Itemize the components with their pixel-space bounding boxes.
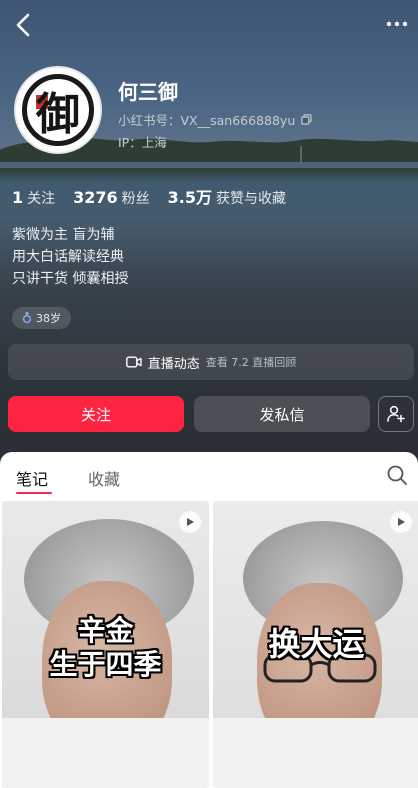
post-card[interactable]: 辛金 生于四季 [2, 501, 209, 788]
thumbnail-shirt [213, 718, 418, 788]
back-button[interactable] [10, 10, 36, 40]
live-label: 直播动态 [147, 356, 200, 372]
post-card[interactable]: 换大运 [213, 501, 418, 788]
live-sub-label: 查看 7.2 直播回顾 [205, 356, 297, 369]
age-tag: 38岁 [12, 307, 71, 329]
avatar-glyph: 御 [36, 89, 80, 140]
video-icon [125, 356, 142, 368]
play-icon [398, 518, 405, 526]
content-panel: 笔记 收藏 辛金 生于四季 换大运 [0, 452, 418, 788]
add-friend-button[interactable] [378, 396, 414, 432]
follow-button[interactable]: 关注 [8, 396, 184, 432]
post-overlay-text: 换大运 [268, 625, 365, 663]
add-friend-icon [387, 405, 405, 423]
play-button[interactable] [179, 511, 201, 533]
stat-following[interactable]: 1 关注 [12, 188, 55, 208]
copy-icon[interactable] [301, 114, 312, 125]
stat-number: 3.5万 [167, 188, 213, 207]
live-replay-banner[interactable]: 直播动态 查看 7.2 直播回顾 [8, 344, 414, 380]
gender-icon [22, 312, 32, 324]
stat-label: 获赞与收藏 [216, 191, 287, 207]
stat-likes[interactable]: 3.5万 获赞与收藏 [168, 184, 286, 208]
bio-line: 紫微为主 盲为辅 [12, 227, 115, 243]
stats-row: 1 关注 3276 粉丝 3.5万 获赞与收藏 [12, 184, 286, 208]
back-icon [16, 13, 30, 37]
more-icon [386, 21, 408, 27]
profile-id: 小红书号：VX__san666888yu [118, 113, 296, 128]
profile-ip: IP：上海 [118, 135, 167, 150]
bio-line: 用大白话解读经典 [12, 249, 124, 265]
stat-followers[interactable]: 3276 粉丝 [73, 188, 150, 208]
play-icon [187, 518, 194, 526]
age-label: 38岁 [36, 312, 61, 325]
avatar[interactable]: 御 [14, 66, 102, 154]
message-button[interactable]: 发私信 [194, 396, 370, 432]
play-button[interactable] [390, 511, 412, 533]
tab-bar: 笔记 收藏 [0, 452, 418, 498]
stat-label: 粉丝 [121, 191, 150, 207]
thumbnail-shirt [2, 718, 209, 788]
stat-label: 关注 [27, 191, 56, 207]
tab-collections[interactable]: 收藏 [88, 466, 120, 490]
tab-active-indicator [16, 492, 52, 494]
stat-number: 3276 [73, 188, 118, 207]
bio-line: 只讲干货 倾囊相授 [12, 271, 129, 287]
search-icon[interactable] [386, 464, 408, 486]
post-overlay-text: 生于四季 [49, 648, 162, 681]
more-button[interactable] [384, 14, 410, 34]
profile-bio: 紫微为主 盲为辅 用大白话解读经典 只讲干货 倾囊相授 [12, 224, 128, 290]
profile-id-row[interactable]: 小红书号：VX__san666888yu [118, 110, 312, 129]
profile-name: 何三御 [118, 80, 178, 104]
stat-number: 1 [12, 188, 24, 207]
tab-notes[interactable]: 笔记 [16, 466, 48, 490]
